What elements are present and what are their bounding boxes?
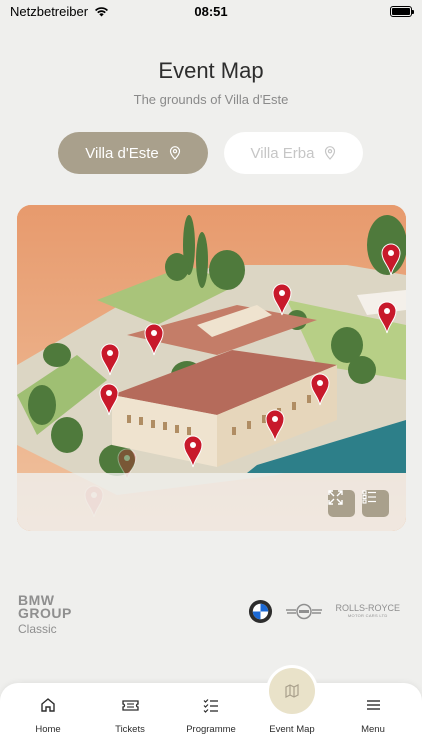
map-pin-icon[interactable] xyxy=(265,409,285,442)
status-left: Netzbetreiber xyxy=(10,4,109,19)
villa-erba-label: Villa Erba xyxy=(250,144,315,162)
page-title: Event Map xyxy=(158,58,264,83)
tab-menu[interactable]: Menu xyxy=(331,683,415,750)
list-icon xyxy=(362,490,376,504)
expand-map-button[interactable] xyxy=(328,490,355,517)
tab-programme[interactable]: Programme xyxy=(169,683,253,750)
page-header: Event Map The grounds of Villa d'Este xyxy=(0,58,422,107)
menu-icon xyxy=(366,700,380,710)
event-map[interactable] xyxy=(17,205,406,531)
map-legend-button[interactable] xyxy=(362,490,389,517)
carrier-label: Netzbetreiber xyxy=(10,3,89,19)
map-pin-icon[interactable] xyxy=(381,243,401,276)
ticket-icon xyxy=(121,699,139,711)
bmw-logo-icon xyxy=(249,599,273,624)
tab-tickets[interactable]: Tickets xyxy=(88,683,172,750)
tab-tickets-label: Tickets xyxy=(115,724,145,735)
wifi-icon xyxy=(95,6,109,16)
expand-icon xyxy=(328,490,343,505)
map-pin-icon[interactable] xyxy=(272,283,292,316)
tab-home-label: Home xyxy=(35,724,61,735)
location-pin-icon xyxy=(169,146,180,160)
event-map-active-indicator[interactable] xyxy=(266,665,318,717)
brand-logos: ROLLS-ROYCE MOTOR CARS LTD xyxy=(248,599,400,624)
map-pin-icon[interactable] xyxy=(310,373,330,406)
mini-logo-icon xyxy=(286,603,323,620)
location-toggle: Villa d'Este Villa Erba xyxy=(58,132,363,174)
rolls-royce-logo: ROLLS-ROYCE MOTOR CARS LTD xyxy=(335,602,400,618)
villa-erba-button[interactable]: Villa Erba xyxy=(224,132,363,174)
map-icon xyxy=(285,684,299,698)
tab-event-map-label: Event Map xyxy=(269,724,315,735)
map-pin-icon[interactable] xyxy=(377,301,397,334)
status-time: 08:51 xyxy=(194,3,228,19)
battery-icon xyxy=(390,5,414,17)
villa-deste-button[interactable]: Villa d'Este xyxy=(58,132,208,174)
map-pin-icon[interactable] xyxy=(100,343,120,376)
map-pin-icon[interactable] xyxy=(99,383,119,416)
bmw-group-classic-logo: BMW GROUP Classic xyxy=(18,592,72,636)
sponsor-logos: BMW GROUP Classic ROLLS-ROYCE MOTOR CARS… xyxy=(0,592,422,638)
tab-programme-label: Programme xyxy=(186,724,236,735)
status-bar: Netzbetreiber 08:51 xyxy=(0,0,422,22)
home-icon xyxy=(41,698,55,712)
checklist-icon xyxy=(203,698,218,713)
tab-home[interactable]: Home xyxy=(6,683,90,750)
map-pin-icon[interactable] xyxy=(144,323,164,356)
tab-bar: Home Tickets Programme Event Map Menu xyxy=(0,683,422,750)
tab-menu-label: Menu xyxy=(361,724,385,735)
villa-deste-label: Villa d'Este xyxy=(85,144,159,162)
page-subtitle: The grounds of Villa d'Este xyxy=(133,92,289,107)
location-pin-icon xyxy=(325,146,336,160)
map-pin-icon[interactable] xyxy=(183,435,203,468)
